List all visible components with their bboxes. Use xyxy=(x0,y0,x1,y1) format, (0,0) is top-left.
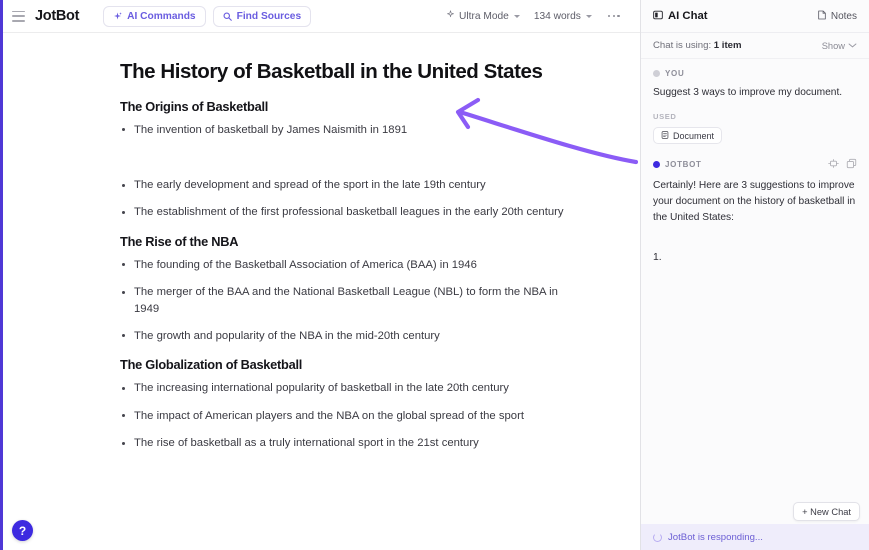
list-item: The establishment of the first professio… xyxy=(120,204,584,220)
responding-label: JotBot is responding... xyxy=(668,531,763,543)
list-item: The growth and popularity of the NBA in … xyxy=(120,328,584,344)
hamburger-icon[interactable] xyxy=(12,10,25,22)
sparkle-outline-icon xyxy=(446,10,455,22)
message-actions xyxy=(828,158,857,171)
avatar xyxy=(653,70,660,77)
chat-panel-icon xyxy=(653,10,663,23)
document-body: The History of Basketball in the United … xyxy=(0,33,640,451)
ai-commands-button[interactable]: AI Commands xyxy=(103,5,206,27)
chat-messages-scroll[interactable]: YOU Suggest 3 ways to improve my documen… xyxy=(641,59,869,550)
list-item: The invention of basketball by James Nai… xyxy=(120,122,584,138)
new-chat-row: + New Chat xyxy=(793,502,860,521)
list-item: The merger of the BAA and the National B… xyxy=(120,284,584,317)
list-item: The increasing international popularity … xyxy=(120,380,584,396)
chat-context-bar: Chat is using: 1 item Show xyxy=(641,33,869,59)
section-bullets: The early development and spread of the … xyxy=(120,177,584,221)
list-item: The founding of the Basketball Associati… xyxy=(120,257,584,273)
message-role-label: JOTBOT xyxy=(665,160,702,170)
chat-message-bot: JOTBOT Certainly! Here are 3 suggestions… xyxy=(653,158,857,263)
chevron-down-icon xyxy=(513,14,520,18)
search-icon xyxy=(223,11,232,21)
new-chat-button[interactable]: + New Chat xyxy=(793,502,860,521)
notes-label: Notes xyxy=(830,10,857,22)
section-heading: The Rise of the NBA xyxy=(120,233,239,249)
message-role: YOU xyxy=(653,69,857,78)
sparkle-icon xyxy=(113,11,122,21)
message-text: Suggest 3 ways to improve my document. xyxy=(653,87,843,98)
context-chip-label: Document xyxy=(673,130,715,141)
show-label: Show xyxy=(821,40,845,51)
copy-icon[interactable] xyxy=(846,158,857,171)
ai-commands-label: AI Commands xyxy=(127,10,196,22)
accent-edge-bar xyxy=(0,0,3,550)
app-root: JotBot AI Commands Find Sources Ultra Mo… xyxy=(0,0,869,550)
chevron-down-icon xyxy=(585,14,592,18)
document-icon xyxy=(661,131,669,141)
word-count-label: 134 words xyxy=(533,10,581,22)
more-options-button[interactable] xyxy=(606,11,622,22)
chat-using-prefix: Chat is using: xyxy=(653,40,712,51)
message-list-marker: 1. xyxy=(653,251,662,263)
chat-title-label: AI Chat xyxy=(668,10,708,22)
document-title: The History of Basketball in the United … xyxy=(120,60,543,83)
list-item: The impact of American players and the N… xyxy=(120,408,584,424)
list-item: The rise of basketball as a truly intern… xyxy=(120,435,584,451)
ai-chat-panel: AI Chat Notes Chat is using: 1 item Show xyxy=(641,0,869,550)
chat-using-value: 1 item xyxy=(713,40,742,51)
show-context-button[interactable]: Show xyxy=(822,41,857,51)
ultra-mode-selector[interactable]: Ultra Mode xyxy=(446,10,520,22)
editor-toolbar: JotBot AI Commands Find Sources Ultra Mo… xyxy=(0,0,640,33)
avatar xyxy=(653,161,660,169)
app-brand: JotBot xyxy=(35,8,80,24)
find-sources-label: Find Sources xyxy=(236,10,302,22)
chat-message-user: YOU Suggest 3 ways to improve my documen… xyxy=(653,69,857,145)
section-bullets: The invention of basketball by James Nai… xyxy=(120,122,584,138)
message-text: Certainly! Here are 3 suggestions to imp… xyxy=(653,180,856,223)
section-bullets: The founding of the Basketball Associati… xyxy=(120,257,584,345)
section-heading: The Globalization of Basketball xyxy=(120,357,303,373)
list-item: The early development and spread of the … xyxy=(120,177,584,193)
section-bullets: The increasing international popularity … xyxy=(120,380,584,451)
context-chip-document[interactable]: Document xyxy=(653,127,723,145)
section-heading: The Origins of Basketball xyxy=(120,98,269,114)
help-button[interactable]: ? xyxy=(12,520,33,541)
find-sources-button[interactable]: Find Sources xyxy=(212,5,312,27)
used-label: USED xyxy=(653,111,677,121)
word-count-selector[interactable]: 134 words xyxy=(534,11,592,22)
toolbar-actions: AI Commands Find Sources xyxy=(103,5,312,27)
spinner-icon xyxy=(653,532,662,542)
empty-paragraph-block xyxy=(120,149,584,177)
message-role: JOTBOT xyxy=(653,158,857,171)
ultra-mode-label: Ultra Mode xyxy=(459,10,509,22)
responding-status-bar: JotBot is responding... xyxy=(641,524,869,550)
note-icon xyxy=(817,10,827,23)
chat-title: AI Chat xyxy=(653,10,708,23)
message-role-label: YOU xyxy=(665,69,685,78)
editor-pane: JotBot AI Commands Find Sources Ultra Mo… xyxy=(0,0,641,550)
chat-header: AI Chat Notes xyxy=(641,0,869,33)
notes-button[interactable]: Notes xyxy=(817,10,857,23)
insert-icon[interactable] xyxy=(828,158,839,171)
toolbar-right-group: Ultra Mode 134 words xyxy=(446,10,630,22)
chevron-down-icon xyxy=(848,41,857,51)
